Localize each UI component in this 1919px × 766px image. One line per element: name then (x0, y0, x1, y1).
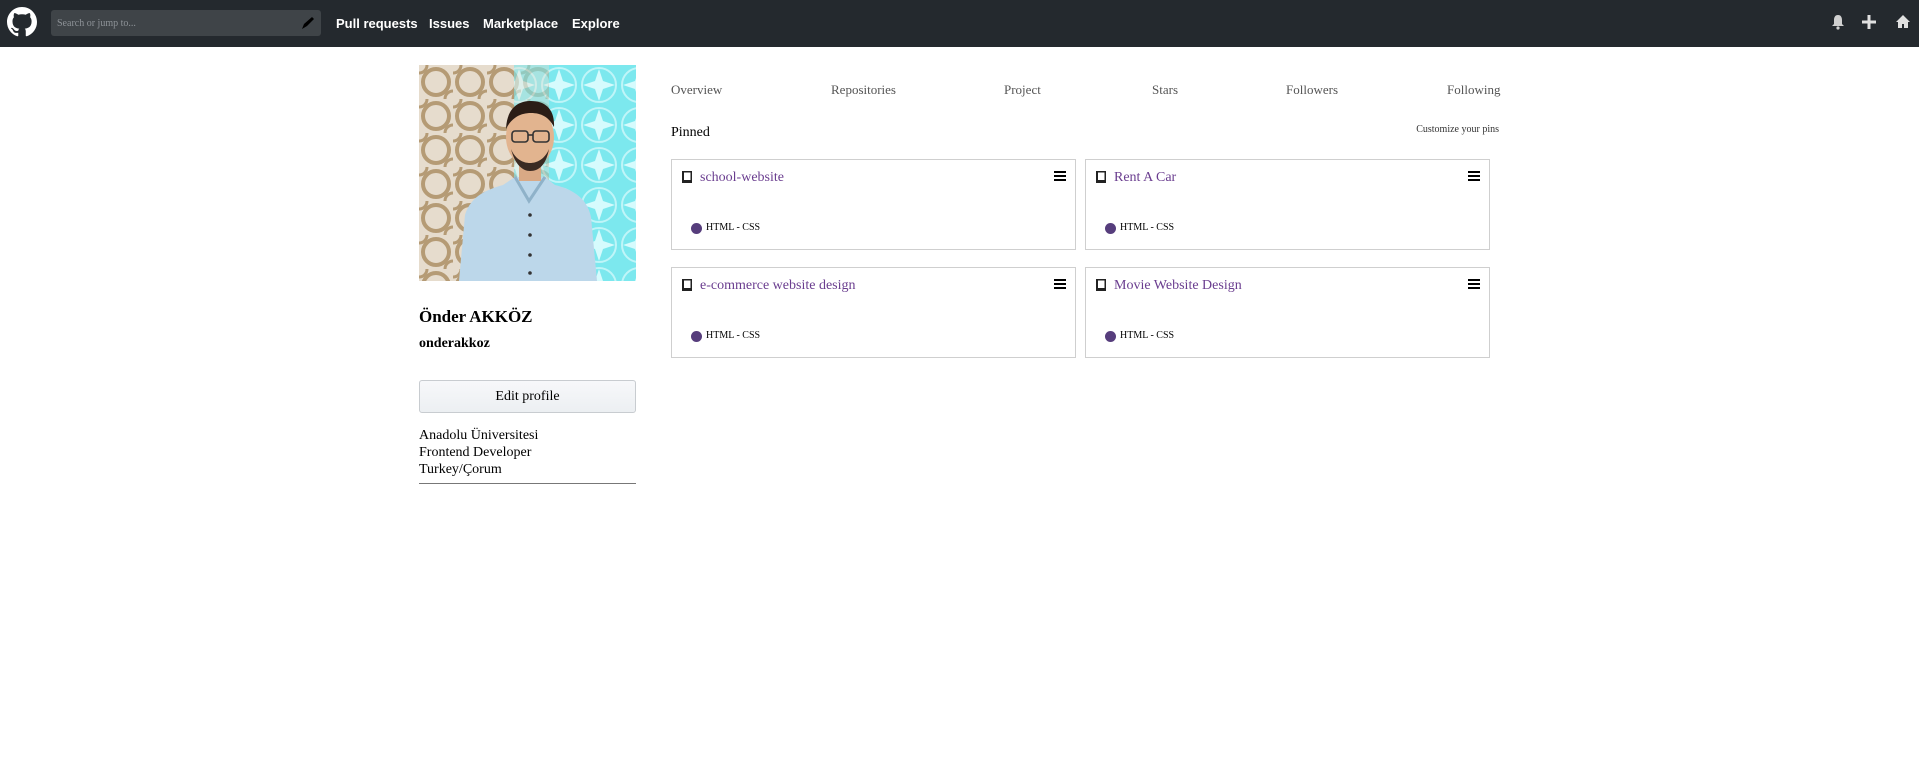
repo-language: HTML - CSS (706, 222, 761, 233)
home-icon[interactable] (1894, 13, 1912, 31)
search-box (51, 10, 321, 36)
repo-book-icon (682, 279, 692, 291)
tab-repositories[interactable]: Repositories (831, 82, 896, 98)
hamburger-menu-icon[interactable] (1468, 171, 1480, 181)
nav-issues[interactable]: Issues (429, 0, 469, 47)
customize-pins-link[interactable]: Customize your pins (1416, 124, 1499, 135)
repo-language: HTML - CSS (1120, 222, 1175, 233)
repo-language: HTML - CSS (706, 330, 761, 341)
tab-project[interactable]: Project (1004, 82, 1041, 98)
language-color-dot (1105, 223, 1116, 234)
bio-school: Anadolu Üniversitesi (419, 428, 539, 443)
github-logo-icon[interactable] (7, 7, 37, 37)
language-color-dot (691, 223, 702, 234)
tab-overview[interactable]: Overview (671, 82, 722, 98)
profile-avatar (419, 65, 636, 281)
edit-profile-button[interactable]: Edit profile (419, 380, 636, 413)
pinned-heading: Pinned (671, 125, 710, 140)
top-navbar: Pull requests Issues Marketplace Explore (0, 0, 1919, 47)
pinned-repo-card: e-commerce website design HTML - CSS (671, 267, 1076, 358)
tab-followers[interactable]: Followers (1286, 82, 1338, 98)
nav-marketplace[interactable]: Marketplace (483, 0, 558, 47)
pen-icon (302, 17, 314, 29)
search-input[interactable] (51, 10, 291, 36)
nav-explore[interactable]: Explore (572, 0, 620, 47)
repo-name-link[interactable]: school-website (700, 170, 784, 186)
bio-title: Frontend Developer (419, 445, 532, 460)
hamburger-menu-icon[interactable] (1468, 279, 1480, 289)
repo-name-link[interactable]: Rent A Car (1114, 170, 1176, 186)
profile-bio: Anadolu Üniversitesi Frontend Developer … (419, 427, 636, 484)
repo-name-link[interactable]: e-commerce website design (700, 278, 856, 294)
profile-fullname: Önder AKKÖZ (419, 307, 533, 326)
repo-book-icon (1096, 279, 1106, 291)
hamburger-menu-icon[interactable] (1054, 279, 1066, 289)
pinned-repo-card: Movie Website Design HTML - CSS (1085, 267, 1490, 358)
repo-language: HTML - CSS (1120, 330, 1175, 341)
language-color-dot (1105, 331, 1116, 342)
bell-icon[interactable] (1829, 13, 1847, 31)
repo-book-icon (682, 171, 692, 183)
avatar-photo (419, 65, 636, 281)
plus-icon[interactable] (1860, 13, 1878, 31)
hamburger-menu-icon[interactable] (1054, 171, 1066, 181)
tab-following[interactable]: Following (1447, 82, 1500, 98)
language-color-dot (691, 331, 702, 342)
repo-book-icon (1096, 171, 1106, 183)
pinned-repo-card: Rent A Car HTML - CSS (1085, 159, 1490, 250)
bio-location: Turkey/Çorum (419, 462, 502, 477)
tab-stars[interactable]: Stars (1152, 82, 1178, 98)
pinned-repo-card: school-website HTML - CSS (671, 159, 1076, 250)
nav-pull-requests[interactable]: Pull requests (336, 0, 418, 47)
profile-username: onderakkoz (419, 336, 490, 351)
repo-name-link[interactable]: Movie Website Design (1114, 278, 1242, 294)
